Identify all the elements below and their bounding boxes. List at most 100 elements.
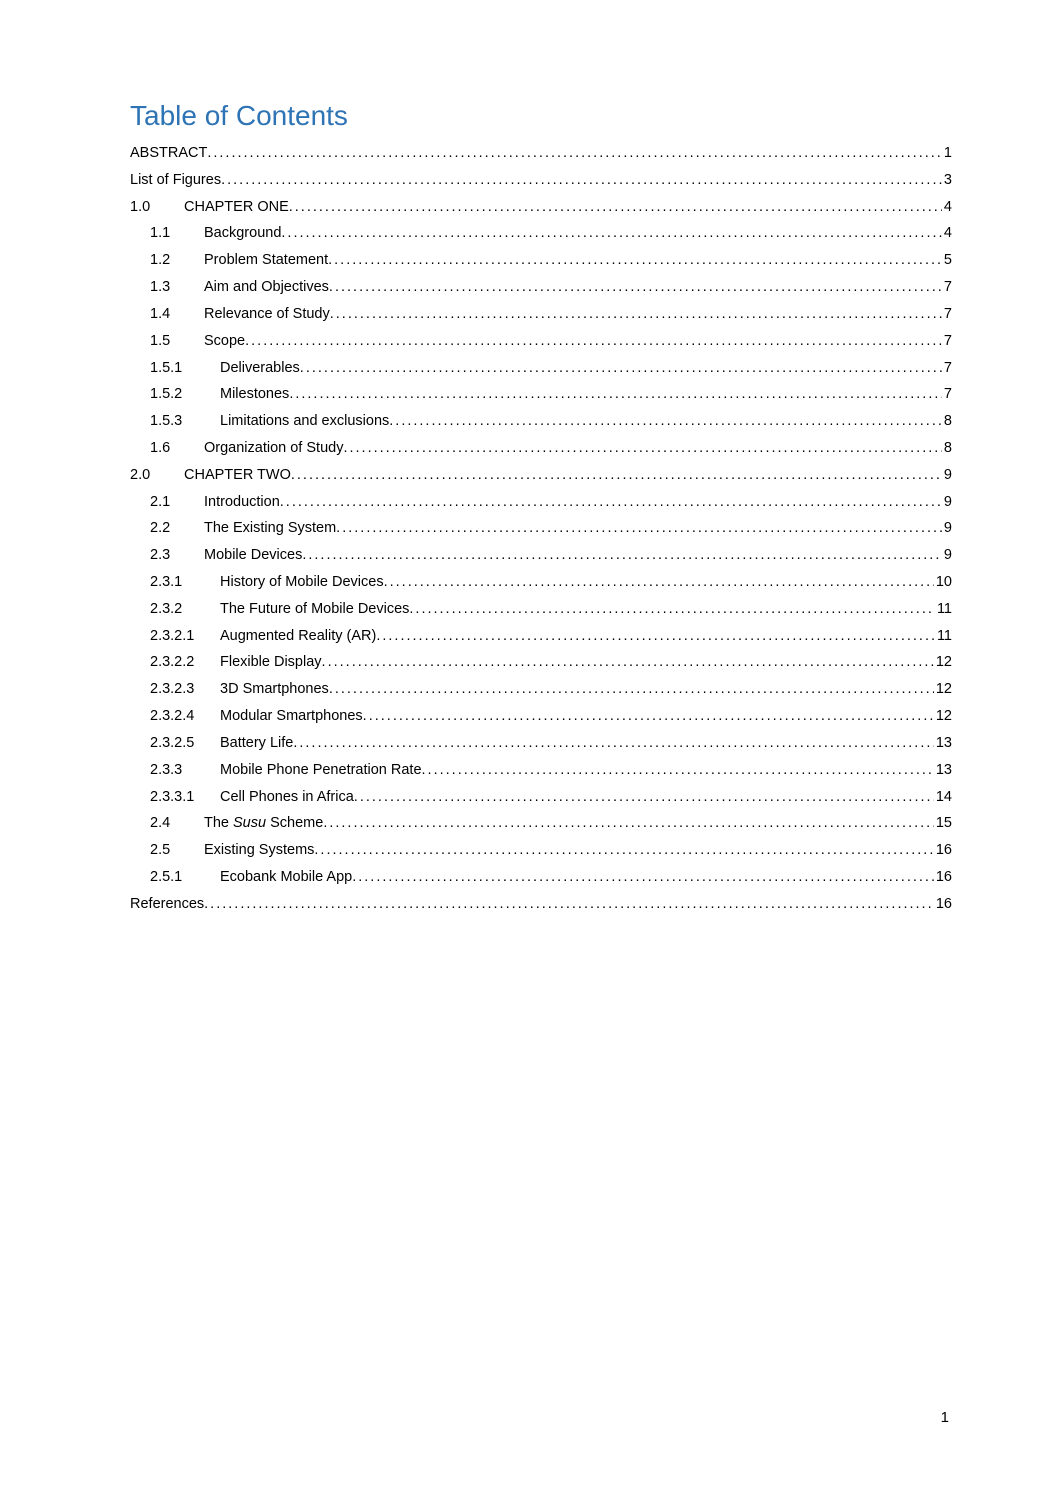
toc-entry[interactable]: References16 <box>130 891 952 918</box>
toc-entry[interactable]: 2.3Mobile Devices9 <box>130 542 952 569</box>
toc-entry-number: 1.2 <box>150 247 204 274</box>
toc-entry-number: 2.3.1 <box>150 569 220 596</box>
toc-entry[interactable]: 2.3.3Mobile Phone Penetration Rate 13 <box>130 757 952 784</box>
toc-entry-label: The Existing System <box>204 515 336 542</box>
toc-entry-label: Relevance of Study <box>204 301 330 328</box>
toc-entry[interactable]: ABSTRACT1 <box>130 140 952 167</box>
toc-entry[interactable]: 2.3.2The Future of Mobile Devices11 <box>130 596 952 623</box>
toc-entry-label: Limitations and exclusions <box>220 408 389 435</box>
toc-list: ABSTRACT1List of Figures31.0CHAPTER ONE4… <box>130 140 952 918</box>
toc-leader-dots <box>302 542 942 569</box>
toc-leader-dots <box>289 381 942 408</box>
toc-entry-page: 9 <box>942 462 952 489</box>
toc-entry-page: 14 <box>934 784 952 811</box>
toc-entry[interactable]: 2.3.3.1Cell Phones in Africa14 <box>130 784 952 811</box>
toc-entry-label: ABSTRACT <box>130 140 207 167</box>
toc-entry[interactable]: 2.5Existing Systems16 <box>130 837 952 864</box>
toc-leader-dots <box>363 703 934 730</box>
toc-entry-page: 7 <box>942 328 952 355</box>
toc-entry-number: 1.3 <box>150 274 204 301</box>
toc-entry[interactable]: 1.5.1Deliverables7 <box>130 355 952 382</box>
toc-entry[interactable]: 2.0CHAPTER TWO 9 <box>130 462 952 489</box>
toc-entry[interactable]: 2.3.2.4Modular Smartphones12 <box>130 703 952 730</box>
toc-leader-dots <box>293 730 934 757</box>
toc-entry-number: 1.5 <box>150 328 204 355</box>
toc-entry-number: 2.3.3.1 <box>150 784 220 811</box>
toc-entry[interactable]: 1.0CHAPTER ONE4 <box>130 194 952 221</box>
toc-entry-label: History of Mobile Devices <box>220 569 384 596</box>
toc-entry-label: Mobile Devices <box>204 542 302 569</box>
toc-leader-dots <box>376 623 935 650</box>
toc-entry[interactable]: 1.3Aim and Objectives7 <box>130 274 952 301</box>
toc-entry-number: 2.0 <box>130 462 184 489</box>
toc-entry-number: 1.0 <box>130 194 184 221</box>
toc-leader-dots <box>281 220 942 247</box>
toc-entry[interactable]: 1.1Background4 <box>130 220 952 247</box>
toc-entry-label: CHAPTER TWO <box>184 462 291 489</box>
toc-leader-dots <box>330 301 942 328</box>
toc-entry-label: Deliverables <box>220 355 300 382</box>
toc-entry[interactable]: 2.3.2.1Augmented Reality (AR)11 <box>130 623 952 650</box>
toc-entry-label: Augmented Reality (AR) <box>220 623 376 650</box>
toc-entry[interactable]: 2.4The Susu Scheme 15 <box>130 810 952 837</box>
toc-entry-label: Background <box>204 220 281 247</box>
toc-entry[interactable]: 1.4Relevance of Study7 <box>130 301 952 328</box>
toc-leader-dots <box>328 247 942 274</box>
toc-entry-page: 4 <box>942 194 952 221</box>
toc-entry[interactable]: 1.5.3Limitations and exclusions8 <box>130 408 952 435</box>
toc-title: Table of Contents <box>130 100 952 132</box>
toc-entry-page: 15 <box>934 810 952 837</box>
toc-entry-label: The Susu Scheme <box>204 810 323 837</box>
toc-entry-page: 9 <box>942 515 952 542</box>
toc-entry-page: 11 <box>935 596 952 623</box>
toc-entry-label: Scope <box>204 328 245 355</box>
toc-entry-number: 2.2 <box>150 515 204 542</box>
toc-entry[interactable]: 1.2Problem Statement5 <box>130 247 952 274</box>
toc-entry-page: 7 <box>942 355 952 382</box>
toc-entry[interactable]: 2.3.2.33D Smartphones12 <box>130 676 952 703</box>
toc-leader-dots <box>422 757 934 784</box>
toc-entry[interactable]: 1.5.2Milestones7 <box>130 381 952 408</box>
toc-entry-number: 2.3.3 <box>150 757 220 784</box>
toc-entry-page: 12 <box>934 649 952 676</box>
toc-entry-number: 2.4 <box>150 810 204 837</box>
toc-leader-dots <box>314 837 933 864</box>
toc-entry-number: 1.4 <box>150 301 204 328</box>
toc-leader-dots <box>352 864 934 891</box>
toc-entry-page: 13 <box>934 757 952 784</box>
toc-entry[interactable]: 2.5.1Ecobank Mobile App16 <box>130 864 952 891</box>
toc-entry[interactable]: 2.2The Existing System 9 <box>130 515 952 542</box>
toc-entry-label: References <box>130 891 204 918</box>
toc-entry[interactable]: 1.5Scope 7 <box>130 328 952 355</box>
toc-leader-dots <box>204 891 934 918</box>
toc-leader-dots <box>343 435 941 462</box>
toc-entry-label: Battery Life <box>220 730 293 757</box>
toc-leader-dots <box>289 194 942 221</box>
toc-entry[interactable]: 2.3.1History of Mobile Devices10 <box>130 569 952 596</box>
toc-entry-label: Mobile Phone Penetration Rate <box>220 757 422 784</box>
toc-entry-label: Modular Smartphones <box>220 703 363 730</box>
toc-leader-dots <box>354 784 934 811</box>
toc-entry-label: The Future of Mobile Devices <box>220 596 409 623</box>
toc-entry-label: Milestones <box>220 381 289 408</box>
toc-entry-label: Aim and Objectives <box>204 274 329 301</box>
toc-entry[interactable]: 2.1Introduction9 <box>130 489 952 516</box>
toc-entry-label: Problem Statement <box>204 247 328 274</box>
toc-entry-page: 4 <box>942 220 952 247</box>
toc-entry-page: 11 <box>935 623 952 650</box>
toc-entry-page: 9 <box>942 542 952 569</box>
toc-leader-dots <box>409 596 935 623</box>
toc-leader-dots <box>322 649 934 676</box>
toc-leader-dots <box>389 408 942 435</box>
toc-entry[interactable]: 1.6Organization of Study8 <box>130 435 952 462</box>
toc-leader-dots <box>245 328 942 355</box>
toc-entry[interactable]: List of Figures3 <box>130 167 952 194</box>
toc-leader-dots <box>323 810 934 837</box>
toc-entry[interactable]: 2.3.2.2Flexible Display12 <box>130 649 952 676</box>
toc-entry-number: 1.5.3 <box>150 408 220 435</box>
toc-entry-number: 2.3.2.4 <box>150 703 220 730</box>
toc-entry[interactable]: 2.3.2.5Battery Life13 <box>130 730 952 757</box>
toc-entry-page: 16 <box>934 864 952 891</box>
toc-entry-number: 1.6 <box>150 435 204 462</box>
toc-entry-number: 1.5.2 <box>150 381 220 408</box>
